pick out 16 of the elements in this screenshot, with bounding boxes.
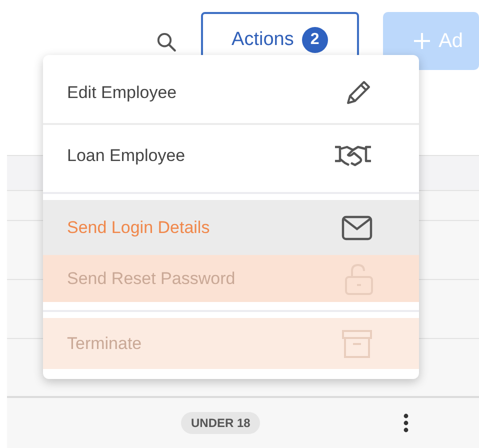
menu-item-label: Loan Employee bbox=[67, 146, 186, 166]
menu-item[interactable]: Loan Employee bbox=[43, 125, 419, 186]
more-icon[interactable] bbox=[403, 413, 410, 433]
menu-item-label: Send Login Details bbox=[67, 218, 210, 238]
envelope-icon bbox=[341, 214, 373, 240]
search-icon[interactable] bbox=[156, 31, 177, 53]
menu-item[interactable]: Send Login Details bbox=[43, 200, 419, 255]
add-button[interactable]: Ad bbox=[382, 12, 479, 70]
count-badge: 2 bbox=[302, 27, 328, 53]
menu-item-label: Edit Employee bbox=[67, 82, 177, 102]
menu-item-label: Send Reset Password bbox=[67, 268, 236, 288]
age-tag: UNDER 18 bbox=[181, 412, 260, 434]
menu-item-label: Terminate bbox=[67, 334, 142, 354]
archive-box-icon bbox=[341, 328, 373, 358]
plus-icon bbox=[412, 32, 431, 50]
menu-item[interactable]: Edit Employee bbox=[43, 62, 419, 125]
